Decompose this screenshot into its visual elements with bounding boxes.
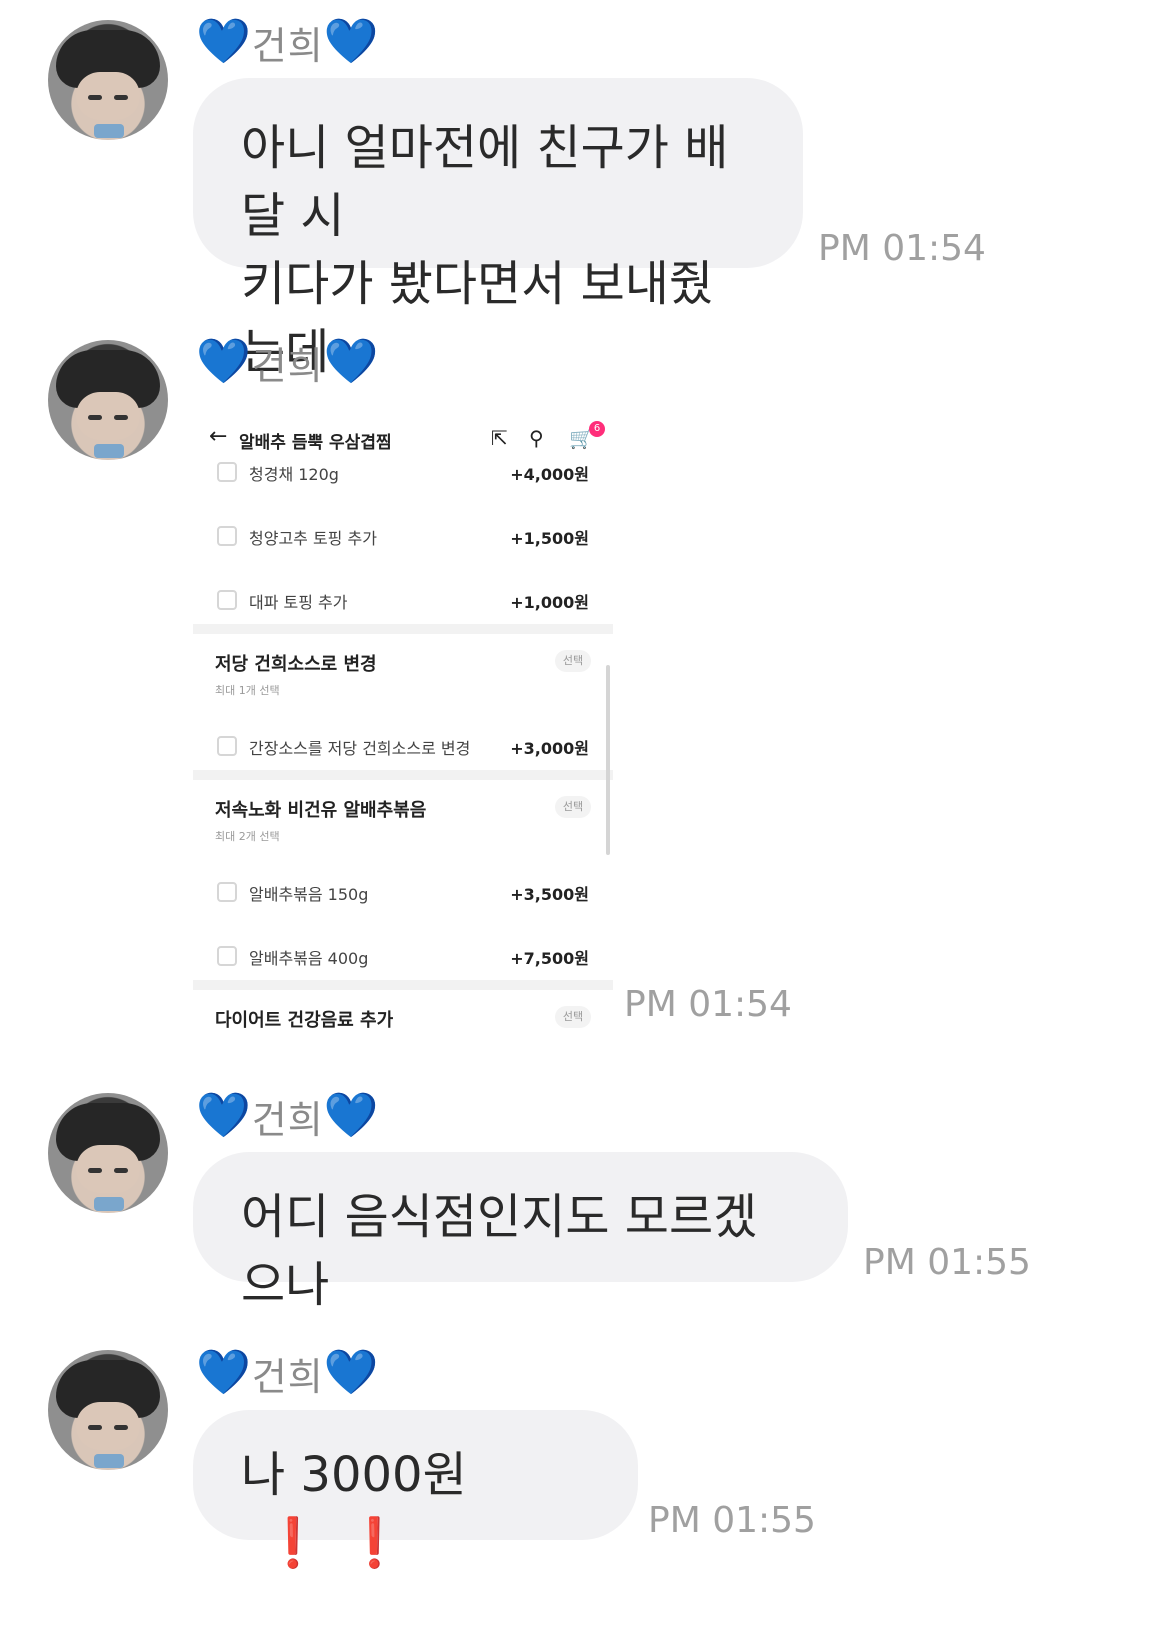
screenshot-title: 알배추 듬뿍 우삼겹찜 (239, 433, 392, 453)
message-bubble[interactable]: 나 3000원❗ ❗ (193, 1410, 638, 1571)
search-icon: ⚲ (529, 426, 544, 450)
option-row: 간장소스를 저당 건희소스로 변경 +3,000원 (193, 726, 613, 766)
sender-name: 💙 건희 💙 (196, 16, 380, 68)
select-pill: 선택 (555, 796, 591, 818)
section-title: 저속노화 비건유 알배추볶음 (215, 800, 427, 821)
checkbox (217, 882, 237, 902)
scrollbar (606, 665, 610, 855)
sender-name: 💙 건희 💙 (196, 1090, 380, 1142)
section-title: 다이어트 건강음료 추가 (215, 1010, 394, 1031)
avatar[interactable] (48, 20, 168, 140)
option-row: 대파 토핑 추가 +1,000원 (193, 580, 613, 620)
section-title: 저당 건희소스로 변경 (215, 654, 377, 675)
checkbox (217, 736, 237, 756)
select-pill: 선택 (555, 1006, 591, 1028)
option-row: 청양고추 토핑 추가 +1,500원 (193, 516, 613, 556)
share-icon: ⇱ (491, 426, 508, 450)
avatar[interactable] (48, 1350, 168, 1470)
blue-heart-icon: 💙 (323, 16, 380, 67)
cart-count-badge: 6 (589, 421, 605, 437)
blue-heart-icon: 💙 (323, 336, 380, 387)
checkbox (217, 946, 237, 966)
message-time: PM 01:55 (863, 1242, 1031, 1283)
option-row: 알배추볶음 150g +3,500원 (193, 872, 613, 912)
blue-heart-icon: 💙 (196, 336, 252, 387)
select-pill: 선택 (555, 650, 591, 672)
blue-heart-icon: 💙 (323, 1090, 380, 1141)
section-subtitle: 최대 2개 선택 (215, 830, 280, 843)
blue-heart-icon: 💙 (323, 1347, 380, 1398)
message-time: PM 01:55 (648, 1500, 816, 1541)
divider (193, 980, 613, 990)
option-row: 알배추볶음 400g +7,500원 (193, 936, 613, 976)
shared-screenshot[interactable]: ← 알배추 듬뿍 우삼겹찜 ⇱ ⚲ 🛒 6 청경채 120g +4,000원 청… (193, 420, 613, 1090)
avatar[interactable] (48, 340, 168, 460)
back-arrow-icon: ← (209, 424, 228, 449)
checkbox (217, 462, 237, 482)
blue-heart-icon: 💙 (196, 1090, 252, 1141)
message-bubble[interactable]: 어디 음식점인지도 모르겠으나 (193, 1152, 848, 1313)
divider (193, 624, 613, 634)
exclamation-icon: ❗ (263, 1515, 323, 1571)
checkbox (217, 590, 237, 610)
sender-name: 💙 건희 💙 (196, 336, 380, 388)
exclamation-icon: ❗ (344, 1515, 405, 1571)
blue-heart-icon: 💙 (196, 16, 252, 67)
checkbox (217, 526, 237, 546)
option-row: 청경채 120g +4,000원 (193, 452, 613, 492)
blue-heart-icon: 💙 (196, 1347, 252, 1398)
message-time: PM 01:54 (624, 984, 792, 1025)
divider (193, 770, 613, 780)
section-subtitle: 최대 1개 선택 (215, 684, 280, 697)
message-time: PM 01:54 (818, 228, 986, 269)
sender-name: 💙 건희 💙 (196, 1347, 380, 1399)
avatar[interactable] (48, 1093, 168, 1213)
message-bubble[interactable]: 아니 얼마전에 친구가 배달 시 키다가 봤다면서 보내줬는데 (193, 78, 803, 380)
